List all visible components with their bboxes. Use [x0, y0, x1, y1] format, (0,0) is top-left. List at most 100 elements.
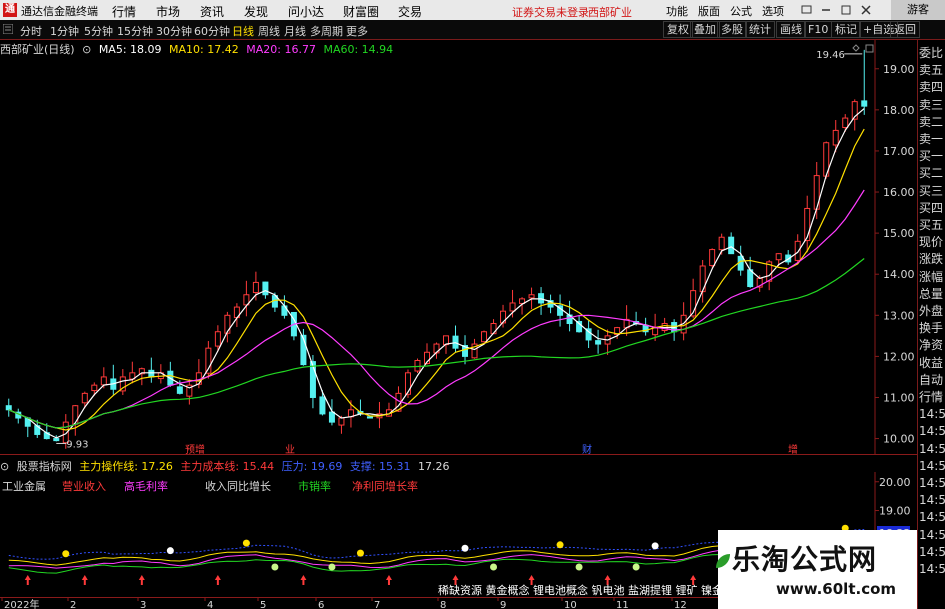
tf-more[interactable]: 更多 — [346, 23, 368, 39]
quote-panel-row[interactable]: 14:5 — [919, 562, 945, 577]
btn-tongji[interactable]: 统计 — [745, 21, 775, 38]
candle[interactable] — [138, 367, 145, 386]
signal-dot-icon[interactable] — [490, 563, 498, 571]
quote-panel-row[interactable]: 涨幅 — [919, 270, 945, 285]
btn-fuquan[interactable]: 复权 — [663, 21, 693, 38]
btn-f10[interactable]: F10 — [804, 21, 833, 38]
tf-monthly[interactable]: 月线 — [284, 23, 306, 39]
quote-panel-row[interactable]: 涨跌 — [919, 252, 945, 267]
candle[interactable] — [205, 341, 212, 379]
buy-arrow-icon[interactable] — [385, 575, 392, 585]
tf-15min[interactable]: 15分钟 — [117, 23, 153, 39]
tf-60min[interactable]: 60分钟 — [194, 23, 230, 39]
quote-panel-row[interactable]: 14:5 — [919, 442, 945, 457]
quote-panel-row[interactable]: 买四 — [919, 201, 945, 216]
signal-dot-icon[interactable] — [461, 544, 469, 552]
tf-1min[interactable]: 1分钟 — [50, 23, 79, 39]
event-label[interactable]: 增 — [788, 443, 798, 455]
menu-wenxiaoda[interactable]: 问小达 — [288, 3, 324, 20]
guest-button[interactable]: 游客 — [891, 0, 945, 20]
signal-dot-icon[interactable] — [356, 549, 364, 557]
candle[interactable] — [842, 114, 849, 132]
candle[interactable] — [5, 398, 12, 417]
signal-dot-icon[interactable] — [632, 563, 640, 571]
candle[interactable] — [309, 355, 316, 409]
signal-dot-icon[interactable] — [242, 539, 250, 547]
candle[interactable] — [319, 390, 326, 416]
login-notice[interactable]: 证券交易未登录 — [512, 4, 589, 20]
tf-5min[interactable]: 5分钟 — [84, 23, 113, 39]
quote-panel-row[interactable]: 行情 — [919, 390, 945, 405]
signal-dot-icon[interactable] — [556, 541, 564, 549]
menu-jiaoyi[interactable]: 交易 — [398, 3, 422, 20]
quote-panel-row[interactable]: 买一 — [919, 149, 945, 164]
candle[interactable] — [281, 295, 288, 319]
buy-arrow-icon[interactable] — [24, 575, 31, 585]
event-label[interactable]: 预增 — [185, 443, 205, 455]
signal-dot-icon[interactable] — [575, 563, 583, 571]
quote-panel-row[interactable]: 自动 — [919, 373, 945, 388]
candle[interactable] — [148, 357, 155, 383]
btn-biaoji[interactable]: 标记 — [831, 21, 861, 38]
close-icon[interactable] — [861, 5, 871, 15]
tool-gongshi[interactable]: 公式 — [730, 3, 752, 19]
quote-panel-row[interactable]: 14:5 — [919, 510, 945, 525]
candle[interactable] — [186, 379, 193, 405]
quote-panel-row[interactable]: 现价 — [919, 235, 945, 250]
quote-panel-row[interactable]: 收益 — [919, 356, 945, 371]
btn-huaxian[interactable]: 画线 — [776, 21, 806, 38]
signal-dot-icon[interactable] — [166, 547, 174, 555]
candle[interactable] — [642, 317, 649, 336]
menu-faxian[interactable]: 发现 — [244, 3, 268, 20]
tool-banmian[interactable]: 版面 — [698, 3, 720, 19]
signal-dot-icon[interactable] — [271, 563, 279, 571]
candle[interactable] — [804, 195, 811, 253]
quote-panel-row[interactable]: 卖五 — [919, 63, 945, 78]
quote-panel-row[interactable]: 买五 — [919, 218, 945, 233]
quote-panel-row[interactable]: 14:5 — [919, 407, 945, 422]
menu-caifuquan[interactable]: 财富圈 — [343, 3, 379, 20]
candle[interactable] — [604, 329, 611, 355]
quote-panel-row[interactable]: 买二 — [919, 166, 945, 181]
candle[interactable] — [832, 119, 839, 153]
buy-arrow-icon[interactable] — [138, 575, 145, 585]
candle[interactable] — [110, 364, 117, 395]
screen-icon[interactable] — [801, 5, 812, 14]
buy-arrow-icon[interactable] — [300, 575, 307, 585]
candle[interactable] — [585, 320, 592, 348]
buy-arrow-icon[interactable] — [81, 575, 88, 585]
quote-panel-row[interactable]: 换手 — [919, 321, 945, 336]
event-label[interactable]: 财 — [582, 443, 592, 455]
quote-panel-row[interactable]: 净资 — [919, 338, 945, 353]
quote-panel-row[interactable]: 外盘 — [919, 304, 945, 319]
candle[interactable] — [414, 358, 421, 374]
candle[interactable] — [595, 329, 602, 354]
tf-30min[interactable]: 30分钟 — [156, 23, 192, 39]
candlestick-chart[interactable]: 19.00 18.00 17.00 16.00 15.00 14.00 13.00 12.00… — [0, 40, 917, 455]
menu-zixun[interactable]: 资讯 — [200, 3, 224, 20]
tf-fenshi[interactable]: 分时 — [20, 23, 42, 39]
candle[interactable] — [167, 361, 174, 387]
diamond-icon[interactable] — [852, 44, 860, 52]
candle[interactable] — [861, 49, 868, 115]
quote-panel-row[interactable]: 14:5 — [919, 493, 945, 508]
chart-expand-icon[interactable] — [865, 44, 874, 53]
tool-xuanxiang[interactable]: 选项 — [762, 3, 784, 19]
btn-diejia[interactable]: 叠加 — [690, 21, 720, 38]
btn-back[interactable]: 返回 — [890, 21, 920, 38]
quote-panel-row[interactable]: 14:5 — [919, 528, 945, 543]
candle[interactable] — [728, 232, 735, 255]
candle[interactable] — [823, 141, 830, 179]
candle[interactable] — [15, 408, 22, 424]
menu-shichang[interactable]: 市场 — [156, 3, 180, 20]
tf-weekly[interactable]: 周线 — [258, 23, 280, 39]
quote-panel-row[interactable]: 委比 — [919, 46, 945, 61]
quote-panel-row[interactable]: 卖三 — [919, 98, 945, 113]
stock-tag[interactable]: 西部矿业 — [588, 4, 632, 20]
quote-panel-row[interactable]: 14:5 — [919, 545, 945, 560]
candle[interactable] — [243, 280, 250, 317]
quote-panel-row[interactable]: 卖四 — [919, 80, 945, 95]
tool-gongneng[interactable]: 功能 — [666, 3, 688, 19]
buy-arrow-icon[interactable] — [214, 575, 221, 585]
tf-daily[interactable]: 日线 — [232, 23, 254, 39]
